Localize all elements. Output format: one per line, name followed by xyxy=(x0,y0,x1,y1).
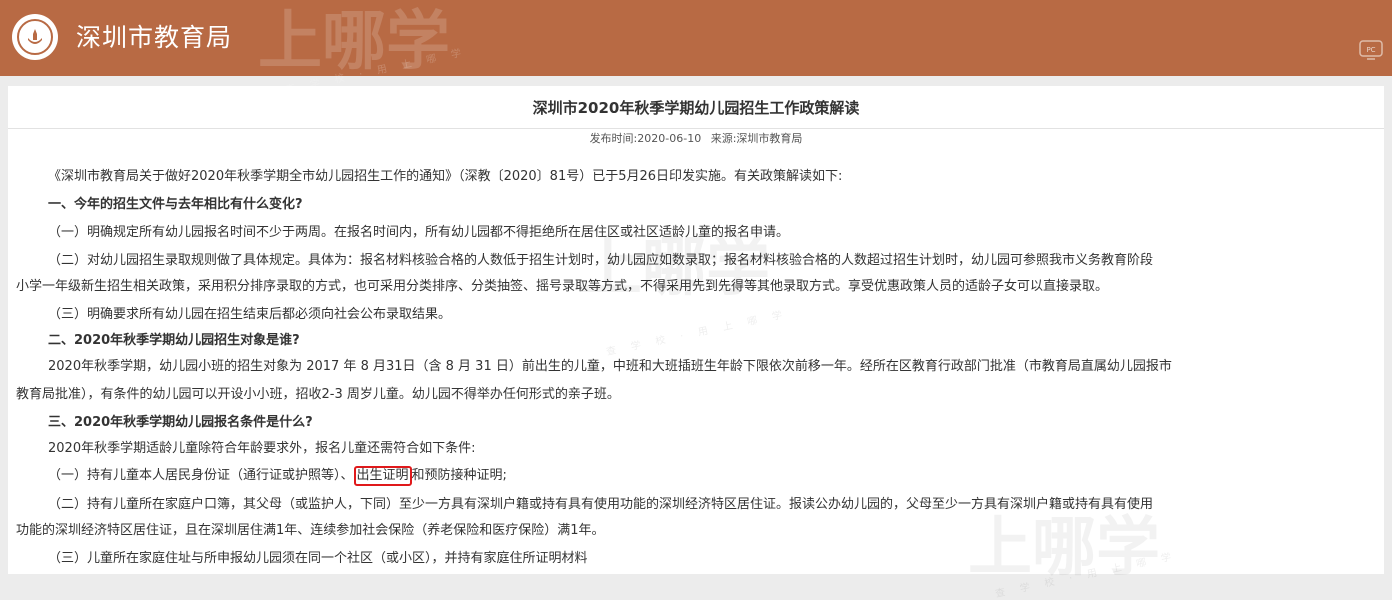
pc-version-icon[interactable]: PC xyxy=(1358,38,1384,62)
article-meta: 发布时间:2020-06-10 来源:深圳市教育局 xyxy=(8,131,1384,147)
birth-certificate-highlight: 出生证明 xyxy=(353,466,412,486)
paragraph-3-intro: 2020年秋季学期适龄儿童除符合年龄要求外，报名儿童还需符合如下条件: xyxy=(48,441,476,456)
article-title: 深圳市2020年秋季学期幼儿园招生工作政策解读 xyxy=(532,99,860,117)
site-header: 上哪学 查 学 校 · 用 上 哪 学 深圳市教育局 PC xyxy=(0,0,1392,96)
pc-icon-label: PC xyxy=(1366,46,1375,54)
paragraph-3-1: （一）持有儿童本人居民身份证（通行证或护照等）、 出生证明 和预防接种证明; xyxy=(48,466,507,486)
article-source: 来源:深圳市教育局 xyxy=(710,132,803,145)
paragraph-3-2-cont: 功能的深圳经济特区居住证，且在深圳居住满1年、连续参加社会保险（养老保险和医疗保… xyxy=(16,523,605,538)
paragraph-1-2-cont: 小学一年级新生招生相关政策，采用积分排序录取的方式，也可采用分类排序、分类抽签、… xyxy=(16,279,1109,294)
intro-paragraph: 《深圳市教育局关于做好2020年秋季学期全市幼儿园招生工作的通知》（深教〔202… xyxy=(48,169,843,184)
site-name[interactable]: 深圳市教育局 xyxy=(76,21,232,55)
paragraph-2-1: 2020年秋季学期，幼儿园小班的招生对象为 2017 年 8 月31日（含 8 … xyxy=(48,359,1172,374)
article-container: 上哪学 查 学 校 · 用 上 哪 学 上哪学 查 学 校 · 用 上 哪 学 … xyxy=(8,86,1384,600)
paragraph-3-3: （三）儿童所在家庭住址与所申报幼儿园须在同一个社区（或小区），并持有家庭住所证明… xyxy=(48,551,588,566)
paragraph-3-2: （二）持有儿童所在家庭户口簿，其父母（或监护人，下同）至少一方具有深圳户籍或持有… xyxy=(48,497,1154,512)
condition-one-after: 和预防接种证明; xyxy=(411,468,507,483)
paragraph-1-1: （一）明确规定所有幼儿园报名时间不少于两周。在报名时间内，所有幼儿园都不得拒绝所… xyxy=(48,225,790,240)
section-heading-1: 一、今年的招生文件与去年相比有什么变化? xyxy=(48,197,303,212)
education-bureau-logo[interactable] xyxy=(12,14,58,60)
paragraph-1-2: （二）对幼儿园招生录取规则做了具体规定。具体为：报名材料核验合格的人数低于招生计… xyxy=(48,253,1154,268)
paragraph-1-3: （三）明确要求所有幼儿园在招生结束后都必须向社会公布录取结果。 xyxy=(48,307,452,322)
body-watermark-subtext: 查 学 校 · 用 上 哪 学 xyxy=(605,308,789,359)
section-heading-2: 二、2020年秋季学期幼儿园招生对象是谁? xyxy=(48,333,300,348)
paragraph-2-1-cont: 教育局批准），有条件的幼儿园可以开设小小班，招收2-3 周岁儿童。幼儿园不得举办… xyxy=(16,387,620,402)
condition-one-before: （一）持有儿童本人居民身份证（通行证或护照等）、 xyxy=(48,468,354,483)
title-divider xyxy=(8,128,1384,129)
section-heading-3: 三、2020年秋季学期幼儿园报名条件是什么? xyxy=(48,415,313,430)
publish-time: 发布时间:2020-06-10 xyxy=(589,132,702,145)
logo-emblem-icon xyxy=(17,19,53,55)
